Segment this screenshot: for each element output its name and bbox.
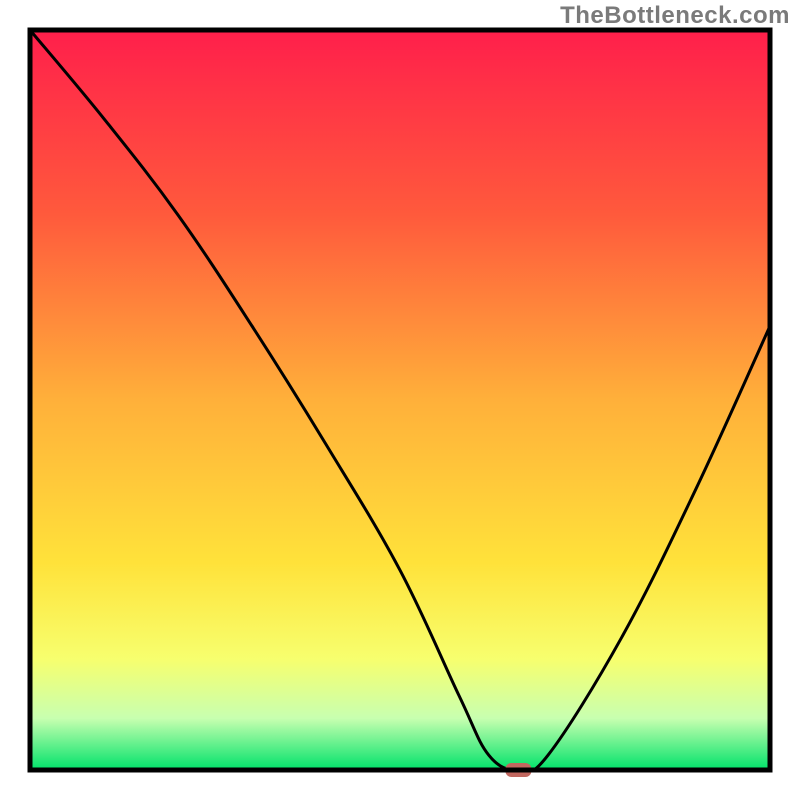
plot-background-gradient (30, 30, 770, 770)
watermark-text: TheBottleneck.com (560, 2, 790, 30)
bottleneck-chart (0, 0, 800, 800)
chart-container: TheBottleneck.com (0, 0, 800, 800)
